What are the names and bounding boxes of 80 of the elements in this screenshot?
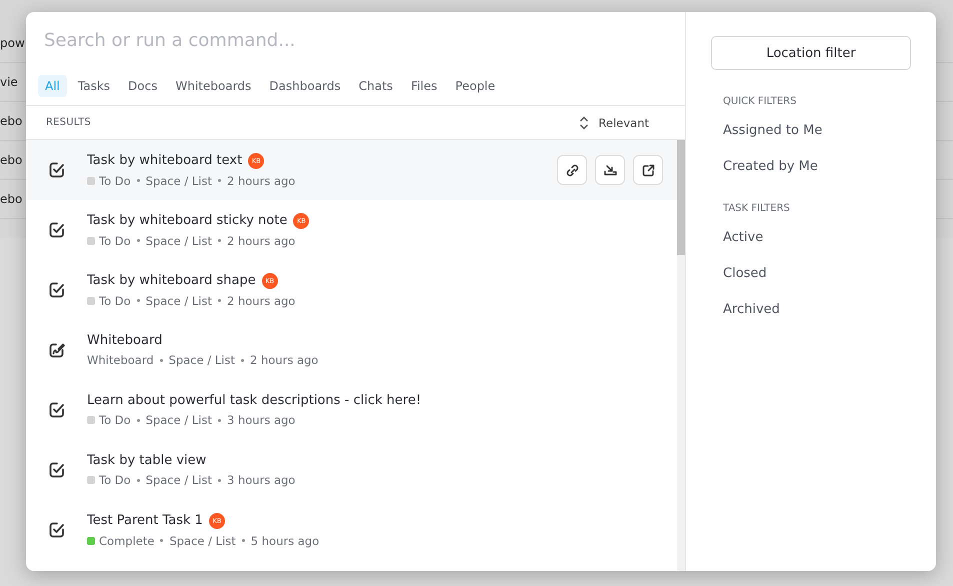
sort-button[interactable]: Relevant <box>578 116 649 130</box>
external-link-button[interactable] <box>633 155 663 185</box>
checkbox-tick-icon <box>48 461 66 479</box>
result-status: Complete <box>99 534 154 548</box>
scrollbar-thumb[interactable] <box>677 140 685 255</box>
result-location: Space / List <box>146 413 212 427</box>
result-status: To Do <box>99 413 131 427</box>
separator-dot <box>218 239 221 242</box>
result-location: Space / List <box>146 234 212 248</box>
filter-tab[interactable]: Docs <box>121 75 164 97</box>
background-text: ebo <box>0 192 22 206</box>
result-location: Space / List <box>146 294 212 308</box>
checkbox-tick-icon <box>48 401 66 419</box>
separator-dot <box>241 358 244 362</box>
result-status: To Do <box>99 174 131 188</box>
result-row[interactable]: Task by table view To Do Space / List 3 hours ago <box>26 440 677 500</box>
filter-item[interactable]: Closed <box>711 260 911 284</box>
checkbox-tick-icon <box>48 161 66 179</box>
result-title: Task by whiteboard shape <box>87 273 256 288</box>
separator-dot <box>218 299 221 302</box>
result-title: Whiteboard <box>87 333 162 348</box>
result-location: Space / List <box>146 174 212 188</box>
separator-dot <box>136 299 140 302</box>
section-heading: TASK FILTERS <box>722 203 791 214</box>
checkbox-tick-icon <box>48 281 66 299</box>
result-title: Task by table view <box>87 453 206 468</box>
background-text: pow <box>0 36 25 50</box>
filter-tab[interactable]: Files <box>404 75 444 97</box>
result-location: Space / List <box>168 353 235 367</box>
result-title: Learn about powerful task descriptions - click here! <box>87 393 422 408</box>
result-status: Whiteboard <box>87 353 154 367</box>
result-time: 2 hours ago <box>227 174 296 188</box>
separator-dot <box>160 539 164 542</box>
background-text: vie <box>0 75 18 89</box>
result-time: 3 hours ago <box>227 413 296 427</box>
results-heading: RESULTS <box>46 117 91 128</box>
result-status: To Do <box>99 473 131 487</box>
separator-dot <box>136 179 140 182</box>
location-filter-button[interactable]: Location filter <box>711 36 911 70</box>
separator-dot <box>218 418 221 422</box>
separator-dot <box>242 539 245 542</box>
background-text: ebo <box>0 153 22 167</box>
filter-tab[interactable]: Tasks <box>70 75 118 97</box>
link-button[interactable] <box>557 155 587 185</box>
result-time: 2 hours ago <box>250 353 318 367</box>
filter-tab[interactable]: Whiteboards <box>168 75 258 97</box>
result-status: To Do <box>99 294 131 308</box>
result-title: Task by whiteboard text <box>87 153 242 168</box>
background-text: ebo <box>0 114 22 128</box>
result-title: Test Parent Task 1 <box>87 513 203 528</box>
result-time: 2 hours ago <box>227 234 296 248</box>
section-heading: QUICK FILTERS <box>722 96 798 107</box>
scrollbar[interactable] <box>677 140 685 571</box>
checkbox-tick-icon <box>48 221 66 239</box>
result-status: To Do <box>99 234 131 248</box>
tray-arrow-button[interactable] <box>595 155 625 185</box>
filter-tab[interactable]: People <box>448 75 502 97</box>
result-row[interactable]: Whiteboard Whiteboard Space / List 2 hours ago <box>26 320 677 380</box>
checkbox-tick-icon <box>48 521 66 539</box>
filter-item[interactable]: Assigned to Me <box>711 117 911 141</box>
separator-dot <box>136 478 140 482</box>
result-row[interactable]: Learn about powerful task descriptions - click here! To Do Space / List 3 hours ago <box>26 380 677 440</box>
sort-icon <box>578 116 589 130</box>
result-title: Task by whiteboard sticky note <box>87 213 288 228</box>
separator-dot <box>218 179 221 182</box>
separator-dot <box>160 358 163 362</box>
result-location: Space / List <box>169 534 236 548</box>
filter-tab[interactable]: Dashboards <box>262 75 348 97</box>
filter-item[interactable]: Archived <box>711 296 911 320</box>
separator-dot <box>136 418 140 422</box>
result-time: 5 hours ago <box>250 534 320 548</box>
result-time: 2 hours ago <box>227 294 296 308</box>
filter-item[interactable]: Active <box>711 224 911 248</box>
result-time: 3 hours ago <box>227 473 296 487</box>
filter-item[interactable]: Created by Me <box>711 153 911 177</box>
separator-dot <box>136 239 140 242</box>
result-location: Space / List <box>146 473 212 487</box>
whiteboard-icon <box>48 341 66 359</box>
filter-tab[interactable]: Chats <box>352 75 400 97</box>
separator-dot <box>218 478 221 482</box>
